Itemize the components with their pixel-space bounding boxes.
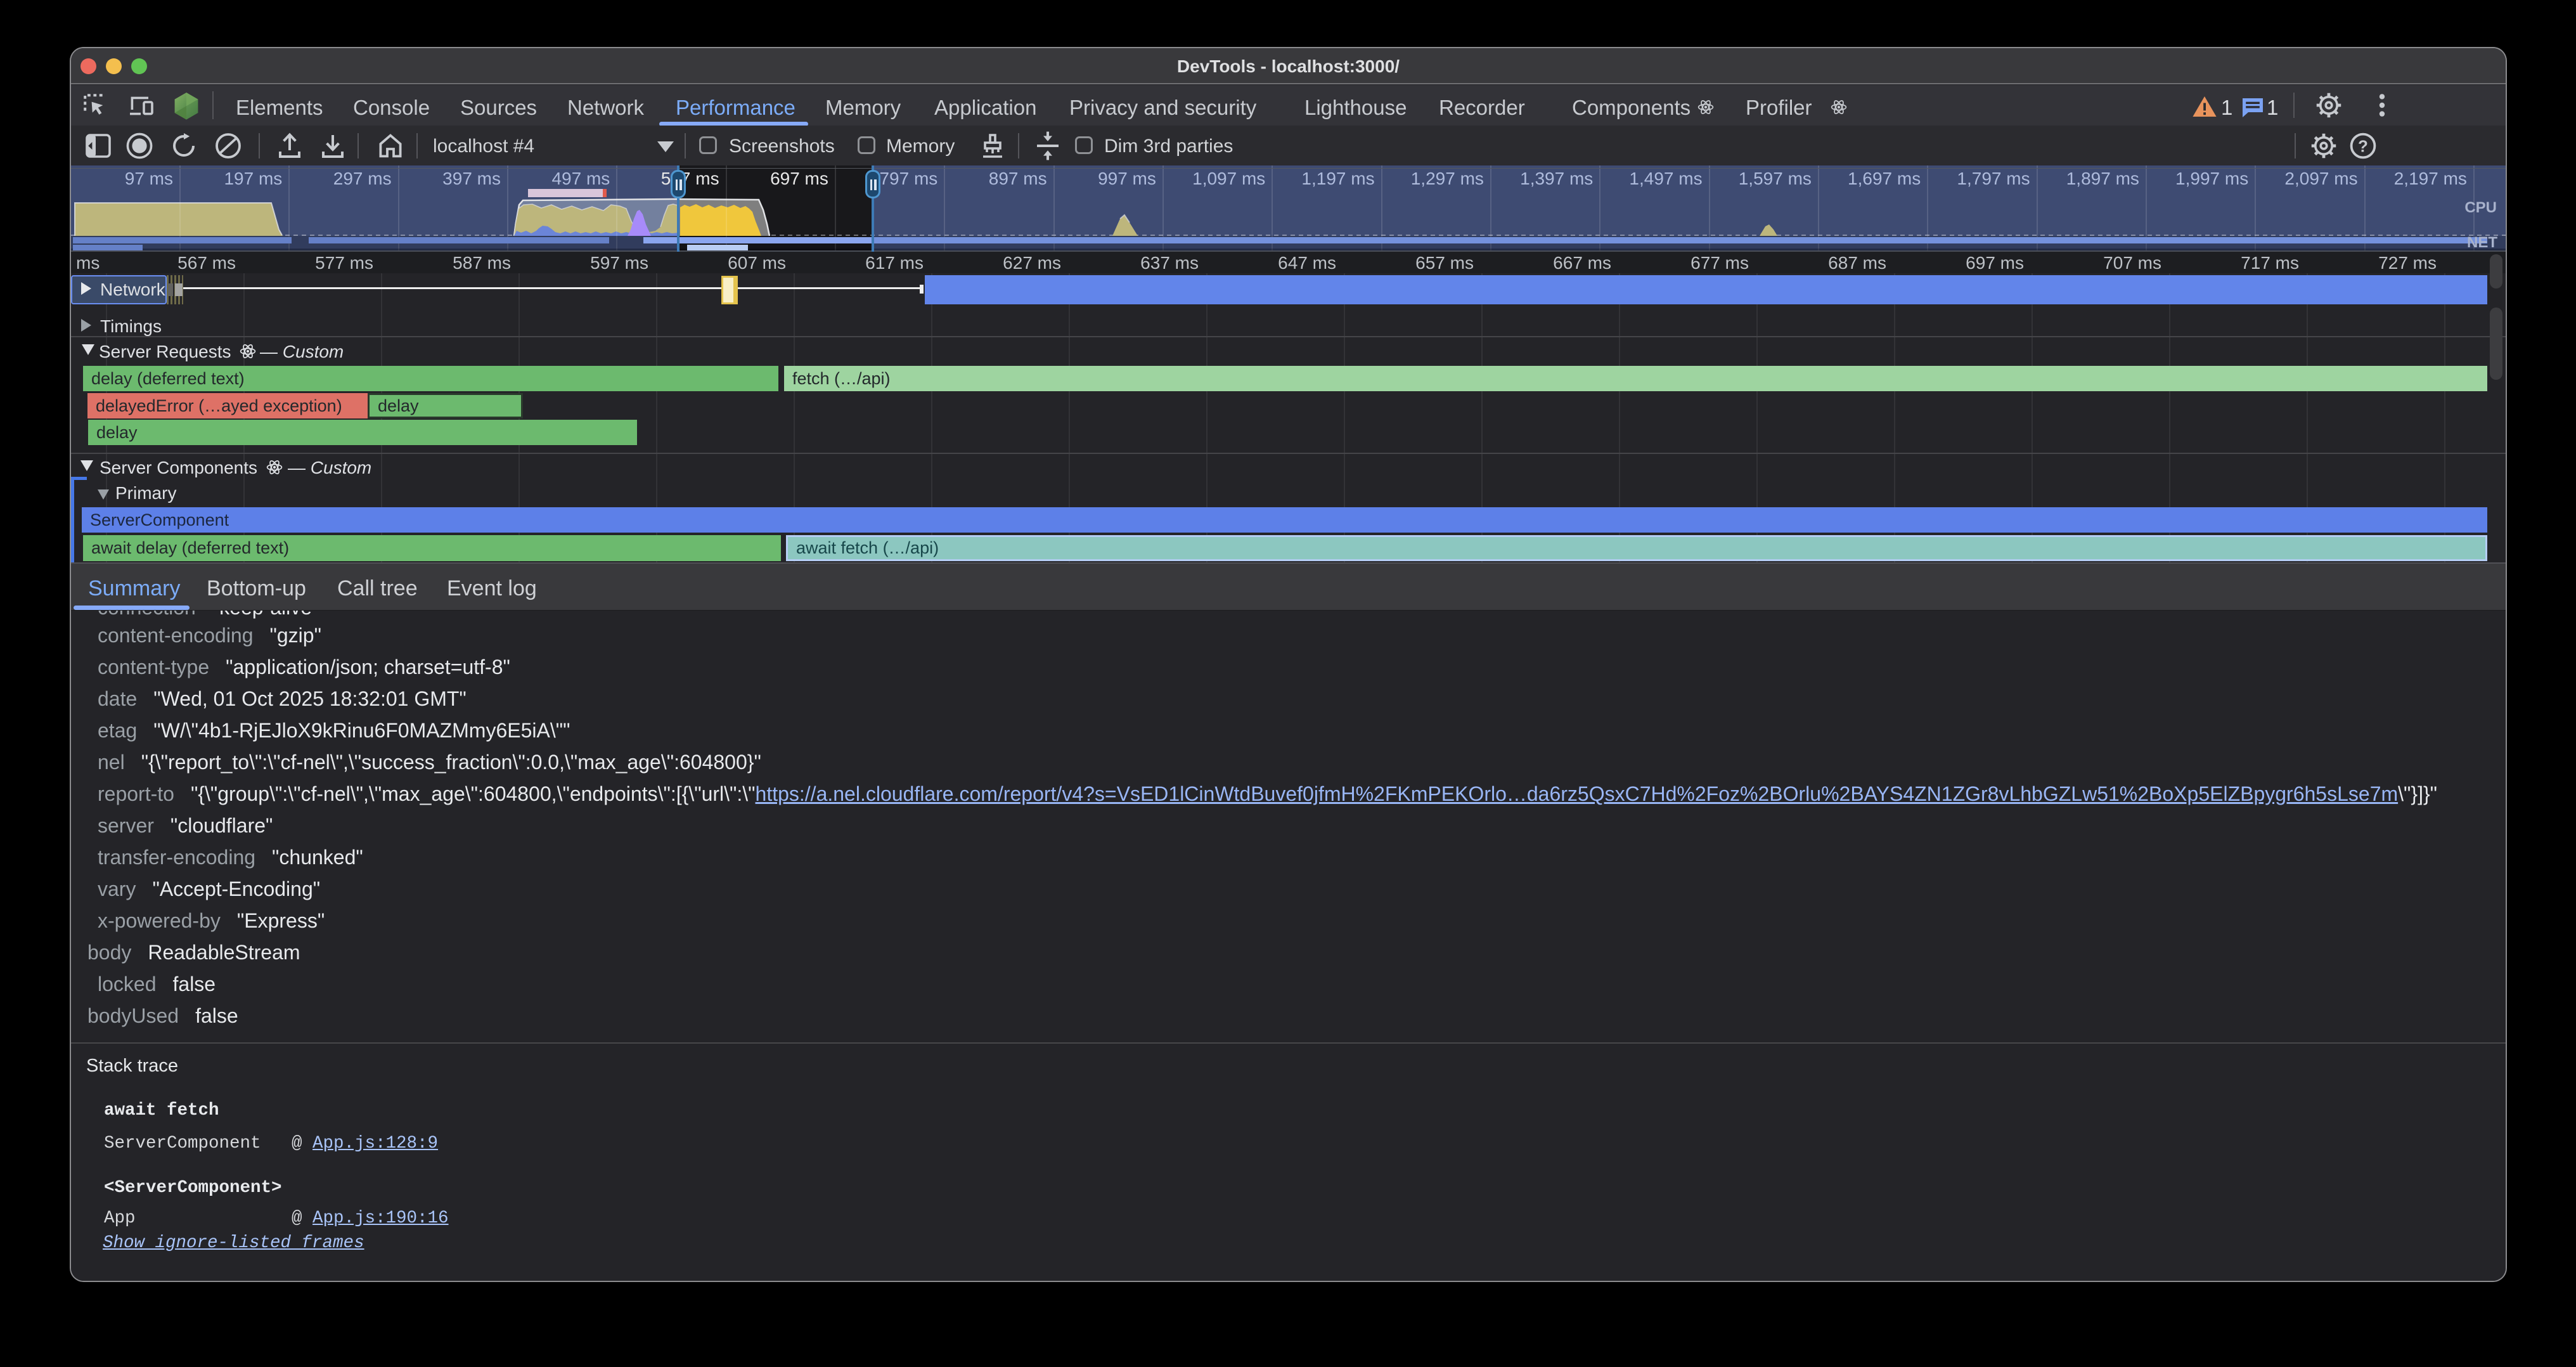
svg-text:?: ? <box>2358 137 2368 156</box>
